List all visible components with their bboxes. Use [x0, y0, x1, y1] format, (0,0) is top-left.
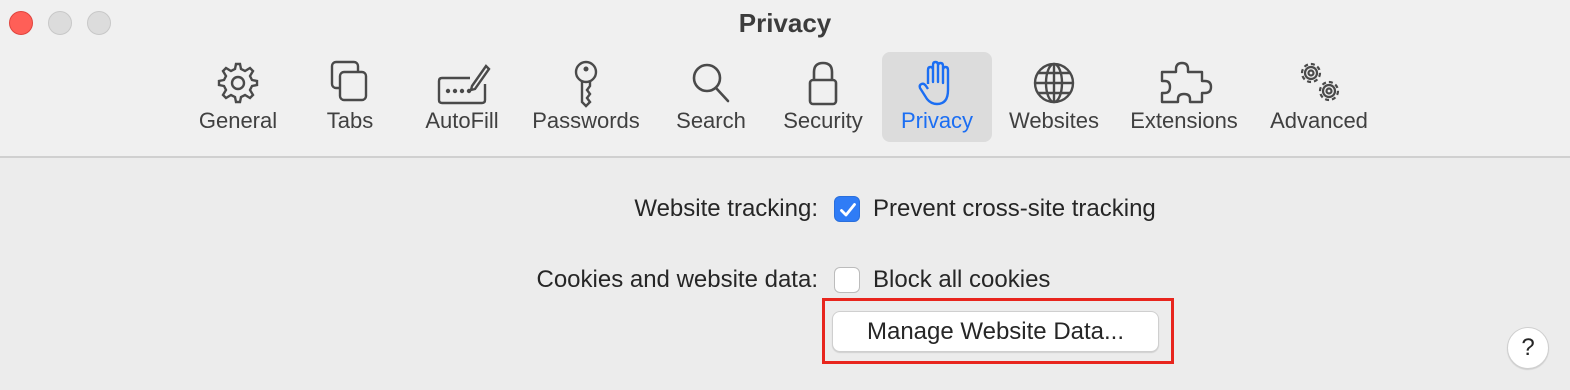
tab-general-label: General: [198, 108, 278, 133]
tab-security[interactable]: Security: [772, 52, 874, 142]
magnifier-icon: [692, 63, 730, 103]
tab-advanced-label: Advanced: [1270, 108, 1368, 133]
tab-advanced[interactable]: Advanced: [1262, 52, 1376, 142]
gear-icon: [217, 62, 259, 104]
prevent-tracking-checkbox[interactable]: [834, 196, 860, 222]
tab-tabs-label: Tabs: [326, 108, 374, 133]
tabs-icon: [330, 60, 368, 102]
tab-websites[interactable]: Websites: [1004, 52, 1104, 142]
tab-privacy-label: Privacy: [900, 108, 974, 133]
cookies-label: Cookies and website data:: [536, 266, 818, 293]
hand-icon: [918, 60, 950, 106]
tab-extensions[interactable]: Extensions: [1124, 52, 1244, 142]
window-title: Privacy: [738, 8, 832, 38]
tab-passwords[interactable]: Passwords: [528, 52, 644, 142]
website-tracking-label: Website tracking:: [634, 195, 818, 222]
lock-icon: [808, 61, 838, 106]
manage-website-data-button[interactable]: Manage Website Data...: [832, 311, 1159, 352]
tab-passwords-label: Passwords: [532, 108, 640, 133]
prevent-tracking-label[interactable]: Prevent cross-site tracking: [873, 195, 1156, 223]
puzzle-icon: [1160, 61, 1213, 104]
preferences-toolbar: General Tabs AutoFill Passwords Search S…: [0, 52, 1570, 144]
tab-websites-label: Websites: [1008, 108, 1100, 133]
tab-privacy[interactable]: Privacy: [882, 52, 992, 142]
tab-general[interactable]: General: [190, 52, 286, 142]
tab-tabs[interactable]: Tabs: [300, 52, 400, 142]
tab-autofill-label: AutoFill: [425, 108, 499, 133]
window-titlebar: Privacy General Tabs AutoFill Passwords …: [0, 0, 1570, 158]
help-button[interactable]: ?: [1507, 327, 1549, 369]
checkmark-icon: [840, 203, 856, 217]
tab-security-label: Security: [783, 108, 863, 133]
tab-extensions-label: Extensions: [1130, 108, 1238, 133]
gears-icon: [1300, 62, 1340, 102]
block-cookies-label[interactable]: Block all cookies: [873, 266, 1050, 294]
key-icon: [574, 60, 598, 108]
tab-search[interactable]: Search: [662, 52, 760, 142]
globe-icon: [1033, 62, 1075, 104]
autofill-icon: [437, 64, 491, 105]
tab-autofill[interactable]: AutoFill: [414, 52, 510, 142]
block-cookies-checkbox[interactable]: [834, 267, 860, 293]
tab-search-label: Search: [676, 108, 746, 133]
